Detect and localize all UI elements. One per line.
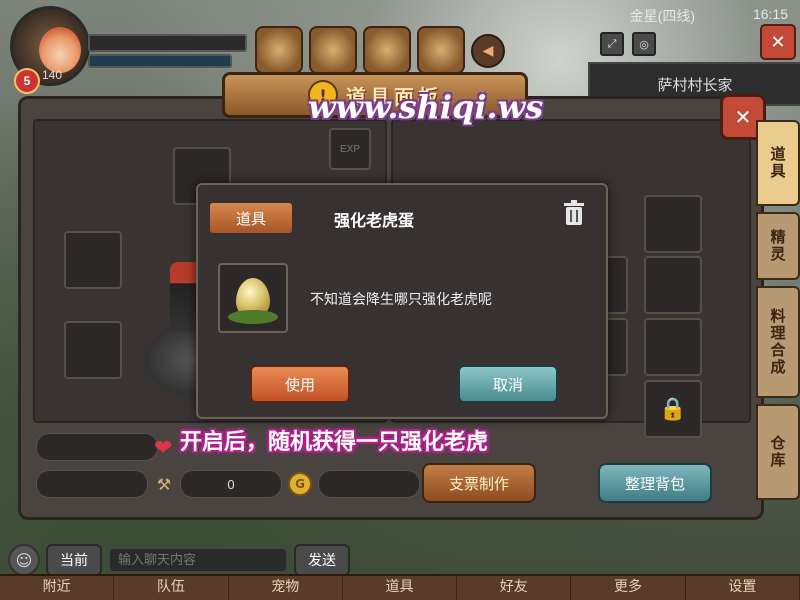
- item-icon-slot: [218, 263, 288, 333]
- map-buttons: ⤢ ◎: [600, 32, 656, 56]
- sort-bag-button[interactable]: 整理背包: [598, 463, 712, 503]
- top-menu-icons: ◀: [255, 26, 505, 74]
- coin-icon: G: [288, 472, 312, 496]
- item-description: 不知道会降生哪只强化老虎呢: [310, 292, 492, 308]
- collapse-arrow-icon[interactable]: ◀: [471, 34, 505, 68]
- nav-team[interactable]: 队伍: [114, 576, 229, 600]
- stats-row-2: ⚒ 0 G: [36, 470, 420, 498]
- mp-bar: [88, 54, 232, 68]
- item-name: 强化老虎蛋: [334, 211, 415, 230]
- nav-items[interactable]: 道具: [343, 576, 458, 600]
- inventory-slot[interactable]: [644, 256, 702, 314]
- hud-close-icon[interactable]: ✕: [760, 24, 796, 60]
- tab-items[interactable]: 道具: [756, 120, 800, 206]
- egg-icon: [228, 278, 278, 324]
- trash-icon[interactable]: [560, 199, 588, 227]
- level-badge: 5: [14, 68, 40, 94]
- clock: 16:15: [752, 6, 788, 22]
- hammer-icon: ⚒: [156, 474, 172, 494]
- nav-friends[interactable]: 好友: [457, 576, 572, 600]
- tab-cooking[interactable]: 料理合成: [756, 286, 800, 398]
- top-menu-icon[interactable]: [417, 26, 465, 74]
- map-expand-icon[interactable]: ⤢: [600, 32, 624, 56]
- hammer-value: 0: [180, 470, 282, 498]
- chat-bar: ☺ 当前 发送: [8, 544, 350, 576]
- hp-bar: [88, 34, 247, 52]
- stat-chip: [36, 433, 158, 461]
- nest-icon: [228, 310, 278, 324]
- ticket-make-button[interactable]: 支票制作: [422, 463, 536, 503]
- top-menu-icon[interactable]: [309, 26, 357, 74]
- shop-icon[interactable]: [363, 26, 411, 74]
- item-type-tag: 道具: [210, 203, 292, 233]
- top-menu-icon[interactable]: [255, 26, 303, 74]
- nav-pets[interactable]: 宠物: [229, 576, 343, 600]
- watermark: www.shiqi.ws: [308, 88, 544, 126]
- nav-nearby[interactable]: 附近: [0, 576, 115, 600]
- chat-input[interactable]: [108, 547, 288, 573]
- use-button[interactable]: 使用: [250, 365, 350, 403]
- heart-icon: ❤: [154, 436, 173, 461]
- cancel-button[interactable]: 取消: [458, 365, 558, 403]
- send-button[interactable]: 发送: [294, 544, 350, 576]
- stat-chip: [36, 470, 148, 498]
- locked-slot[interactable]: 🔒: [644, 380, 702, 438]
- inventory-slot[interactable]: [644, 195, 702, 253]
- lock-icon: 🔒: [659, 396, 687, 422]
- weapon-slot[interactable]: [64, 321, 122, 379]
- level-value: 140: [42, 68, 63, 82]
- exp-slot[interactable]: EXP: [329, 128, 371, 170]
- stats-row-1: [36, 433, 158, 461]
- emoji-icon[interactable]: ☺: [8, 544, 40, 576]
- nav-settings[interactable]: 设置: [686, 576, 800, 600]
- caption-overlay: 开启后，随机获得一只强化老虎: [180, 430, 489, 455]
- tab-warehouse[interactable]: 仓库: [756, 404, 800, 500]
- bottom-nav: 附近 队伍 宠物 道具 好友 更多 设置: [0, 574, 800, 600]
- nav-more[interactable]: 更多: [571, 576, 686, 600]
- chat-channel-button[interactable]: 当前: [46, 544, 102, 576]
- side-tabs: 道具 精灵 料理合成 仓库: [756, 120, 800, 500]
- server-status: 金星(四线): [629, 8, 695, 24]
- tab-sprites[interactable]: 精灵: [756, 212, 800, 280]
- inventory-slot[interactable]: [644, 318, 702, 376]
- item-detail-modal: 道具 强化老虎蛋 不知道会降生哪只强化老虎呢 使用 取消: [196, 183, 608, 419]
- avatar-face: [39, 27, 81, 73]
- necklace-slot[interactable]: [64, 231, 122, 289]
- map-center-icon[interactable]: ◎: [632, 32, 656, 56]
- stat-chip: [318, 470, 420, 498]
